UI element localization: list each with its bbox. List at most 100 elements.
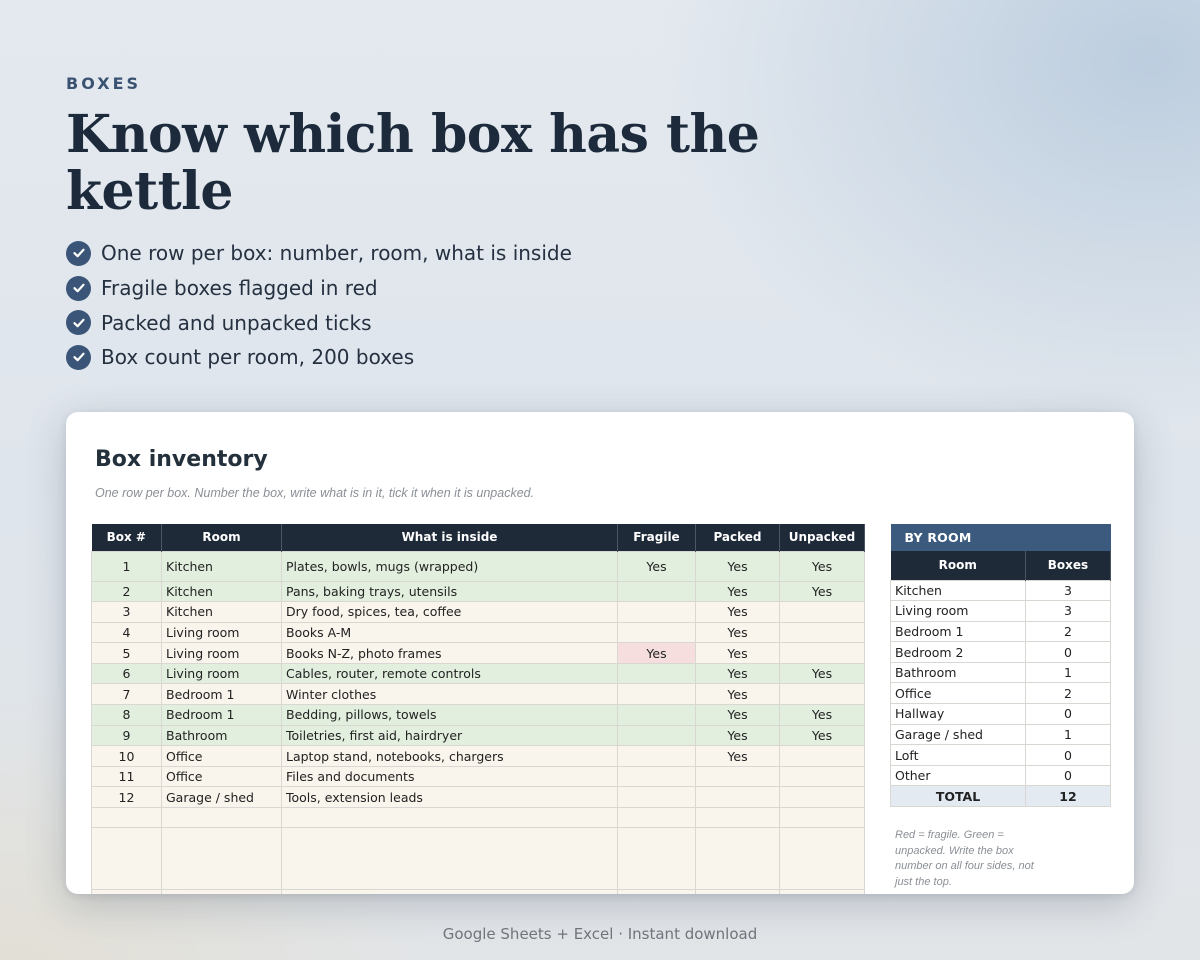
- empty-cell[interactable]: [695, 889, 780, 894]
- cell-packed[interactable]: Yes: [695, 601, 780, 623]
- cell-unpacked[interactable]: [779, 786, 865, 809]
- cell-box-number[interactable]: 8: [91, 704, 162, 726]
- column-header-room[interactable]: Room: [161, 524, 282, 551]
- cell-packed[interactable]: Yes: [695, 662, 780, 685]
- cell-room[interactable]: Living room: [890, 600, 1026, 622]
- cell-fragile[interactable]: [617, 745, 696, 767]
- empty-cell[interactable]: [91, 827, 162, 891]
- empty-cell[interactable]: [161, 827, 282, 891]
- cell-packed[interactable]: Yes: [695, 724, 780, 747]
- column-header-packed[interactable]: Packed: [695, 524, 780, 551]
- empty-cell[interactable]: [617, 889, 696, 894]
- cell-fragile[interactable]: [617, 683, 696, 706]
- cell-room[interactable]: Garage / shed: [161, 786, 282, 809]
- cell-box-number[interactable]: 10: [91, 745, 162, 767]
- cell-room[interactable]: Living room: [161, 621, 282, 644]
- empty-cell[interactable]: [161, 889, 282, 894]
- cell-box-count[interactable]: 0: [1025, 703, 1111, 725]
- cell-unpacked[interactable]: Yes: [779, 704, 865, 726]
- cell-box-number[interactable]: 7: [91, 683, 162, 706]
- cell-contents[interactable]: Cables, router, remote controls: [281, 662, 618, 685]
- cell-room[interactable]: Kitchen: [161, 580, 282, 603]
- empty-cell[interactable]: [695, 827, 780, 891]
- cell-contents[interactable]: Files and documents: [281, 765, 618, 788]
- cell-unpacked[interactable]: [779, 642, 865, 664]
- cell-fragile[interactable]: [617, 765, 696, 788]
- cell-packed[interactable]: Yes: [695, 704, 780, 726]
- cell-box-number[interactable]: 9: [91, 724, 162, 747]
- empty-cell[interactable]: [281, 889, 618, 894]
- cell-room[interactable]: Living room: [161, 662, 282, 685]
- empty-cell[interactable]: [617, 827, 696, 891]
- cell-fragile[interactable]: [617, 786, 696, 809]
- empty-cell[interactable]: [91, 807, 162, 829]
- cell-contents[interactable]: Plates, bowls, mugs (wrapped): [281, 550, 618, 582]
- cell-box-count[interactable]: 0: [1025, 764, 1111, 787]
- cell-unpacked[interactable]: Yes: [779, 662, 865, 685]
- column-header-room[interactable]: Room: [890, 551, 1026, 580]
- cell-unpacked[interactable]: [779, 745, 865, 767]
- cell-box-count[interactable]: 3: [1025, 600, 1111, 622]
- cell-contents[interactable]: Winter clothes: [281, 683, 618, 706]
- empty-cell[interactable]: [281, 827, 618, 891]
- cell-fragile[interactable]: [617, 580, 696, 603]
- cell-fragile[interactable]: Yes: [617, 550, 696, 582]
- cell-fragile[interactable]: [617, 724, 696, 747]
- cell-room[interactable]: Office: [161, 745, 282, 767]
- cell-box-count[interactable]: 3: [1025, 579, 1111, 602]
- cell-unpacked[interactable]: Yes: [779, 550, 865, 582]
- cell-unpacked[interactable]: [779, 621, 865, 644]
- cell-room[interactable]: Bedroom 1: [161, 704, 282, 726]
- cell-box-count[interactable]: 2: [1025, 620, 1111, 643]
- column-header-box-number[interactable]: Box #: [91, 524, 162, 551]
- column-header-contents[interactable]: What is inside: [281, 524, 618, 551]
- cell-box-number[interactable]: 3: [91, 601, 162, 623]
- total-label[interactable]: TOTAL: [890, 785, 1026, 808]
- cell-unpacked[interactable]: [779, 765, 865, 788]
- cell-room[interactable]: Bedroom 1: [890, 620, 1026, 643]
- cell-packed[interactable]: Yes: [695, 580, 780, 603]
- cell-fragile[interactable]: [617, 621, 696, 644]
- cell-fragile[interactable]: [617, 704, 696, 726]
- cell-room[interactable]: Living room: [161, 642, 282, 664]
- cell-box-count[interactable]: 1: [1025, 723, 1111, 746]
- cell-room[interactable]: Loft: [890, 744, 1026, 766]
- cell-room[interactable]: Garage / shed: [890, 723, 1026, 746]
- cell-box-number[interactable]: 1: [91, 550, 162, 582]
- cell-box-number[interactable]: 11: [91, 765, 162, 788]
- cell-unpacked[interactable]: Yes: [779, 724, 865, 747]
- empty-cell[interactable]: [91, 889, 162, 894]
- empty-cell[interactable]: [779, 827, 865, 891]
- cell-packed[interactable]: [695, 765, 780, 788]
- cell-box-number[interactable]: 6: [91, 662, 162, 685]
- cell-room[interactable]: Kitchen: [161, 550, 282, 582]
- empty-cell[interactable]: [281, 807, 618, 829]
- empty-cell[interactable]: [161, 807, 282, 829]
- cell-contents[interactable]: Books N-Z, photo frames: [281, 642, 618, 664]
- cell-room[interactable]: Bedroom 1: [161, 683, 282, 706]
- cell-packed[interactable]: Yes: [695, 683, 780, 706]
- empty-cell[interactable]: [695, 807, 780, 829]
- cell-room[interactable]: Office: [161, 765, 282, 788]
- cell-contents[interactable]: Toiletries, first aid, hairdryer: [281, 724, 618, 747]
- cell-packed[interactable]: [695, 786, 780, 809]
- cell-room[interactable]: Bathroom: [890, 661, 1026, 684]
- cell-contents[interactable]: Books A-M: [281, 621, 618, 644]
- empty-cell[interactable]: [779, 889, 865, 894]
- empty-cell[interactable]: [779, 807, 865, 829]
- cell-box-number[interactable]: 12: [91, 786, 162, 809]
- total-value[interactable]: 12: [1025, 785, 1111, 808]
- cell-packed[interactable]: Yes: [695, 642, 780, 664]
- cell-packed[interactable]: Yes: [695, 745, 780, 767]
- cell-contents[interactable]: Bedding, pillows, towels: [281, 704, 618, 726]
- cell-box-number[interactable]: 4: [91, 621, 162, 644]
- cell-contents[interactable]: Tools, extension leads: [281, 786, 618, 809]
- cell-contents[interactable]: Pans, baking trays, utensils: [281, 580, 618, 603]
- cell-fragile[interactable]: [617, 601, 696, 623]
- column-header-boxes[interactable]: Boxes: [1025, 551, 1111, 580]
- cell-box-count[interactable]: 0: [1025, 641, 1111, 663]
- cell-contents[interactable]: Laptop stand, notebooks, chargers: [281, 745, 618, 767]
- cell-room[interactable]: Kitchen: [161, 601, 282, 623]
- cell-packed[interactable]: Yes: [695, 550, 780, 582]
- cell-fragile[interactable]: [617, 662, 696, 685]
